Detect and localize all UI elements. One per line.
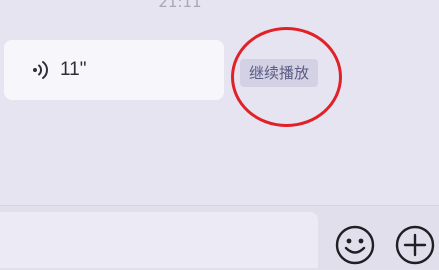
plus-button[interactable] <box>394 224 436 266</box>
resume-playback-button[interactable]: 继续播放 <box>240 59 319 87</box>
message-timestamp: 21:11 <box>158 0 202 11</box>
voice-duration: 11" <box>60 59 87 80</box>
message-input[interactable] <box>0 212 318 268</box>
plus-circle-icon <box>395 225 435 265</box>
smiley-icon <box>335 225 375 265</box>
voice-wave-icon <box>30 59 52 81</box>
emoji-button[interactable] <box>334 224 376 266</box>
chat-area: 21:11 11" 继续播放 <box>0 0 439 205</box>
voice-message-bubble[interactable]: 11" <box>4 40 224 100</box>
